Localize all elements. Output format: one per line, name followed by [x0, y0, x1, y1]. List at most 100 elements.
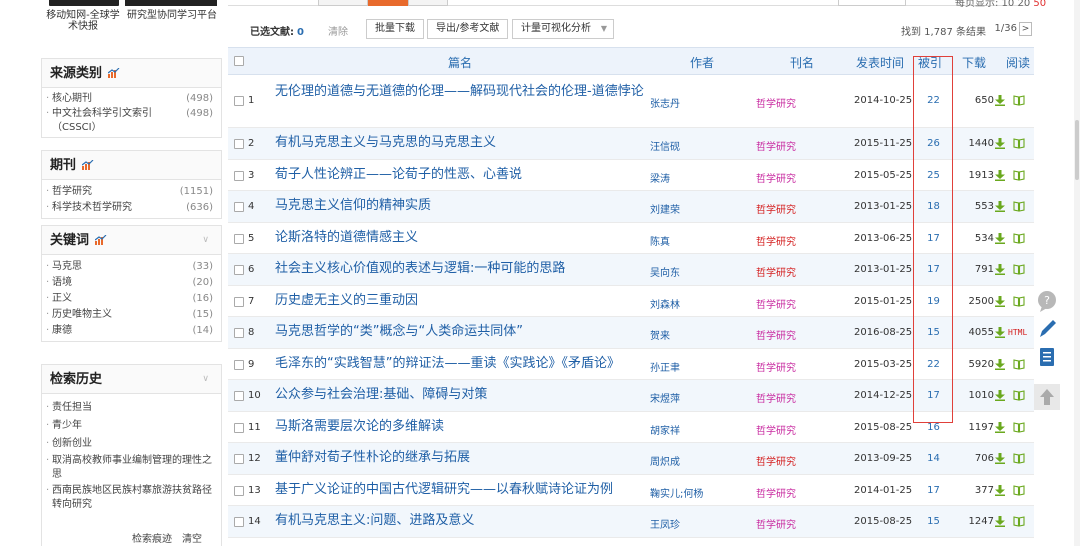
article-title-link[interactable]: 历史虚无主义的三重动因	[275, 292, 645, 310]
keyword-item[interactable]: 马克思(33)	[42, 259, 221, 275]
note-icon[interactable]	[1034, 344, 1060, 370]
author-link[interactable]: 周炽成	[650, 453, 680, 468]
download-icon[interactable]	[995, 390, 1005, 401]
history-trace-link[interactable]: 检索痕迹	[132, 534, 172, 545]
history-item[interactable]: 创新创业	[42, 436, 221, 454]
row-checkbox[interactable]	[234, 265, 244, 275]
read-book-icon[interactable]	[1013, 516, 1025, 527]
batch-download-button[interactable]: 批量下载	[366, 19, 424, 39]
author-link[interactable]: 张志丹	[650, 95, 680, 110]
article-title-link[interactable]: 毛泽东的“实践智慧”的辩证法——重读《实践论》《矛盾论》	[275, 355, 645, 373]
cited-count[interactable]: 22	[916, 359, 951, 370]
read-book-icon[interactable]	[1013, 421, 1025, 433]
mobile-cnki-link[interactable]: 移动知网-全球学术快报	[45, 10, 121, 50]
download-icon[interactable]	[995, 138, 1005, 149]
article-title-link[interactable]: 公众参与社会治理:基础、障碍与对策	[275, 386, 645, 404]
cited-count[interactable]: 15	[916, 516, 951, 527]
author-link[interactable]: 陈真	[650, 233, 670, 248]
download-icon[interactable]	[995, 295, 1005, 307]
col-date[interactable]: 发表时间	[856, 54, 904, 71]
journal-link[interactable]: 哲学研究	[756, 516, 796, 531]
journal-link[interactable]: 哲学研究	[756, 296, 796, 311]
source-item-core[interactable]: 核心期刊(498)	[42, 91, 221, 107]
author-link[interactable]: 刘森林	[650, 296, 680, 311]
author-link[interactable]: 胡家祥	[650, 422, 680, 437]
article-title-link[interactable]: 有机马克思主义:问题、进路及意义	[275, 512, 645, 530]
download-icon[interactable]	[995, 484, 1005, 496]
journal-link[interactable]: 哲学研究	[756, 170, 796, 185]
row-checkbox[interactable]	[234, 328, 244, 338]
author-link[interactable]: 鞠实儿;何杨	[650, 485, 703, 500]
back-to-top-icon[interactable]	[1034, 384, 1060, 410]
read-book-icon[interactable]	[1013, 390, 1025, 401]
tab-top[interactable]	[408, 0, 448, 6]
cited-count[interactable]: 18	[916, 201, 951, 212]
export-button[interactable]: 导出/参考文献	[427, 19, 509, 39]
download-icon[interactable]	[995, 358, 1005, 370]
research-platform-link[interactable]: 研究型协同学习平台	[125, 10, 219, 50]
download-icon[interactable]	[995, 327, 1005, 338]
row-checkbox[interactable]	[234, 139, 244, 149]
row-checkbox[interactable]	[234, 454, 244, 464]
journal-link[interactable]: 哲学研究	[756, 264, 796, 279]
tab-top-active[interactable]	[368, 0, 408, 6]
article-title-link[interactable]: 论斯洛特的道德情感主义	[275, 229, 645, 247]
row-checkbox[interactable]	[234, 170, 244, 181]
keyword-item[interactable]: 康德(14)	[42, 323, 221, 339]
download-icon[interactable]	[995, 421, 1005, 433]
scrollbar[interactable]	[1074, 0, 1080, 546]
row-checkbox[interactable]	[234, 96, 244, 106]
keyword-item[interactable]: 语境(20)	[42, 275, 221, 291]
chevron-down-icon[interactable]: ∨	[202, 365, 209, 394]
row-checkbox[interactable]	[234, 296, 244, 307]
journal-link[interactable]: 哲学研究	[756, 327, 796, 342]
cited-count[interactable]: 16	[916, 422, 951, 433]
cited-count[interactable]: 22	[916, 95, 951, 106]
read-book-icon[interactable]	[1013, 453, 1025, 464]
cited-count[interactable]: 14	[916, 453, 951, 464]
author-link[interactable]: 汪信砚	[650, 138, 680, 153]
col-read[interactable]: 阅读	[1006, 54, 1030, 71]
scrollbar-thumb[interactable]	[1075, 120, 1079, 180]
article-title-link[interactable]: 荀子人性论辨正——论荀子的性恶、心善说	[275, 166, 645, 184]
journal-link[interactable]: 哲学研究	[756, 138, 796, 153]
row-checkbox[interactable]	[234, 485, 244, 496]
download-icon[interactable]	[995, 232, 1005, 244]
read-book-icon[interactable]	[1013, 358, 1025, 370]
download-icon[interactable]	[995, 453, 1005, 464]
journal-link[interactable]: 哲学研究	[756, 201, 796, 216]
article-title-link[interactable]: 无伦理的道德与无道德的伦理——解码现代社会的伦理-道德悖论	[275, 83, 645, 101]
read-book-icon[interactable]	[1013, 232, 1025, 244]
download-icon[interactable]	[995, 516, 1005, 527]
read-book-icon[interactable]	[1013, 169, 1025, 181]
read-book-icon[interactable]	[1013, 484, 1025, 496]
cited-count[interactable]: 19	[916, 296, 951, 307]
row-checkbox[interactable]	[234, 517, 244, 527]
col-download[interactable]: 下载	[962, 54, 986, 71]
html-read-icon[interactable]: HTML	[1008, 328, 1027, 337]
read-book-icon[interactable]	[1013, 138, 1025, 149]
author-link[interactable]: 梁涛	[650, 170, 670, 185]
select-all-checkbox[interactable]	[234, 56, 244, 66]
cited-count[interactable]: 17	[916, 390, 951, 401]
col-author[interactable]: 作者	[690, 54, 714, 71]
journal-item[interactable]: 哲学研究(1151)	[42, 184, 221, 200]
cited-count[interactable]: 17	[916, 264, 951, 275]
pen-icon[interactable]	[1034, 316, 1060, 342]
journal-link[interactable]: 哲学研究	[756, 390, 796, 405]
chart-icon[interactable]	[95, 235, 107, 245]
keyword-item[interactable]: 正义(16)	[42, 291, 221, 307]
history-clear-link[interactable]: 清空	[182, 534, 202, 545]
journal-link[interactable]: 哲学研究	[756, 359, 796, 374]
read-book-icon[interactable]	[1013, 95, 1025, 106]
download-icon[interactable]	[995, 169, 1005, 181]
download-icon[interactable]	[995, 201, 1005, 212]
journal-link[interactable]: 哲学研究	[756, 453, 796, 468]
keyword-item[interactable]: 历史唯物主义(15)	[42, 307, 221, 323]
chart-icon[interactable]	[82, 160, 94, 170]
col-title[interactable]: 篇名	[448, 54, 472, 71]
author-link[interactable]: 贺来	[650, 327, 670, 342]
row-checkbox[interactable]	[234, 422, 244, 433]
author-link[interactable]: 吴向东	[650, 264, 680, 279]
article-title-link[interactable]: 社会主义核心价值观的表述与逻辑:一种可能的思路	[275, 260, 645, 278]
